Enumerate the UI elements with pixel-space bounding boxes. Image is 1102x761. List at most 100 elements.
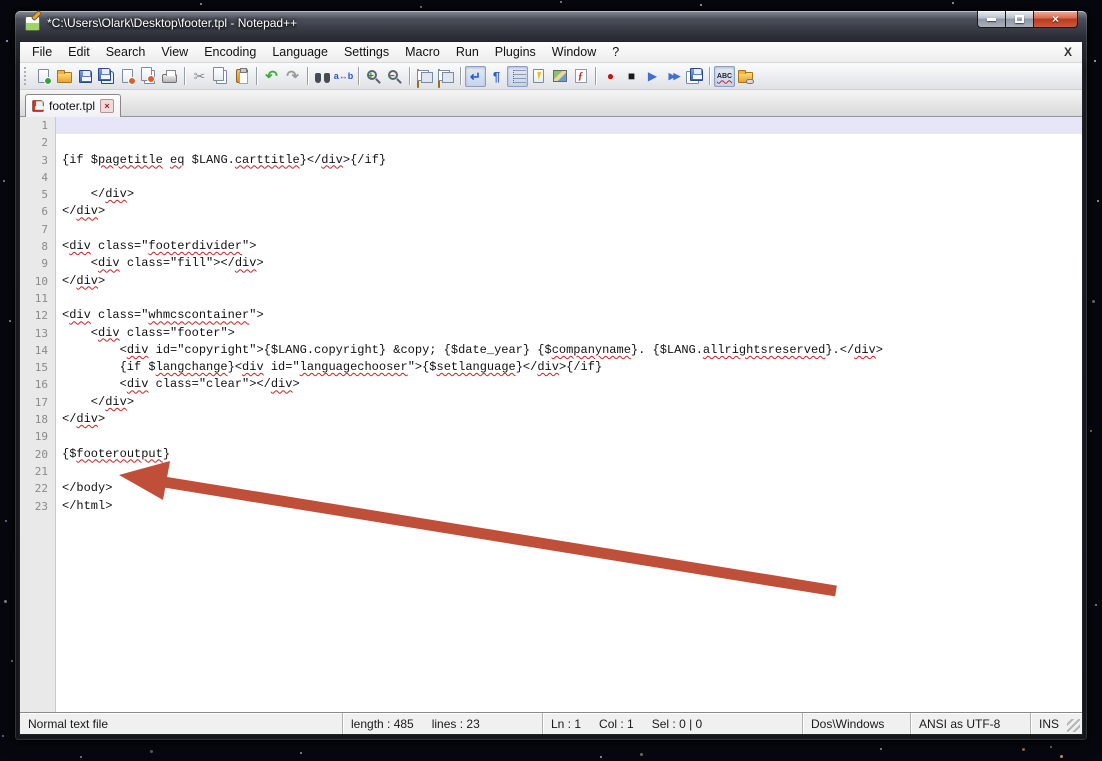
tab-close-icon[interactable]: × [100, 99, 114, 113]
show-all-characters-icon[interactable]: ¶ [486, 66, 507, 87]
open-file-icon[interactable] [54, 66, 75, 87]
menu-bar: FileEditSearchViewEncodingLanguageSettin… [20, 42, 1082, 63]
status-ln: Ln : 1 [551, 717, 581, 731]
code-line-5[interactable]: </div> [56, 186, 1082, 203]
sync-vertical-scroll-glyph [417, 70, 433, 83]
title-bar[interactable]: *C:\Users\Olark\Desktop\footer.tpl - Not… [15, 11, 1087, 41]
code-line-7[interactable] [56, 221, 1082, 238]
menu-item-language[interactable]: Language [264, 43, 336, 61]
code-line-15[interactable]: {if $langchange}<div id="languagechooser… [56, 359, 1082, 376]
close-button[interactable]: × [1034, 11, 1078, 28]
code-line-23[interactable]: </html> [56, 498, 1082, 515]
menu-item-view[interactable]: View [153, 43, 196, 61]
editor-area[interactable]: 1234567891011121314151617181920212223 {i… [20, 117, 1082, 712]
code-line-9[interactable]: <div class="fill"></div> [56, 255, 1082, 272]
save-icon[interactable] [75, 66, 96, 87]
menu-item-run[interactable]: Run [448, 43, 487, 61]
misspelled-word: footeroutput [76, 447, 162, 461]
spell-check-icon[interactable]: ABC [714, 66, 735, 87]
code-text: }.</ [825, 343, 854, 357]
code-line-3[interactable]: {if $pagetitle eq $LANG.carttitle}</div>… [56, 152, 1082, 169]
find-icon[interactable] [312, 66, 333, 87]
maximize-button[interactable] [1006, 11, 1034, 28]
document-close-x[interactable]: X [1064, 45, 1072, 59]
menu-item-file[interactable]: File [24, 43, 60, 61]
code-line-1[interactable] [56, 117, 1082, 134]
zoom-in-icon[interactable]: + [363, 66, 384, 87]
show-wrap-symbol-icon[interactable] [528, 66, 549, 87]
toolbar-grip[interactable] [24, 67, 29, 85]
status-col: Col : 1 [599, 717, 634, 731]
status-length-lines: length : 485 lines : 23 [342, 713, 542, 734]
save-all-icon[interactable] [96, 66, 117, 87]
code-line-4[interactable] [56, 169, 1082, 186]
run-macro-multiple-icon[interactable]: ▶▶ [663, 66, 684, 87]
undo-icon[interactable]: ↶ [261, 66, 282, 87]
sync-horizontal-scroll-icon[interactable] [435, 66, 456, 87]
status-encoding[interactable]: ANSI as UTF-8 [910, 713, 1030, 734]
sync-vertical-scroll-icon[interactable] [414, 66, 435, 87]
code-line-16[interactable]: <div class="clear"></div> [56, 376, 1082, 393]
menu-item-encoding[interactable]: Encoding [196, 43, 264, 61]
tab-footer-tpl[interactable]: footer.tpl × [25, 94, 121, 117]
code-line-11[interactable] [56, 290, 1082, 307]
code-text: }. {$LANG. [631, 343, 703, 357]
code-line-20[interactable]: {$footeroutput} [56, 446, 1082, 463]
code-line-8[interactable]: <div class="footerdivider"> [56, 238, 1082, 255]
misspelled-word: div [537, 360, 559, 374]
show-indent-guide-icon[interactable] [507, 66, 528, 87]
save-macro-icon[interactable] [684, 66, 705, 87]
save-macro-glyph [690, 68, 703, 81]
redo-icon[interactable]: ↷ [282, 66, 303, 87]
menu-item-plugins[interactable]: Plugins [487, 43, 544, 61]
open-containing-folder-icon[interactable] [735, 66, 756, 87]
function-list-icon[interactable]: ƒ [570, 66, 591, 87]
code-line-22[interactable]: </body> [56, 480, 1082, 497]
code-line-14[interactable]: <div id="copyright">{$LANG.copyright} &c… [56, 342, 1082, 359]
copy-icon[interactable] [210, 66, 231, 87]
print-glyph [162, 74, 177, 83]
code-line-6[interactable]: </div> [56, 203, 1082, 220]
toolbar-separator [358, 67, 359, 85]
code-line-18[interactable]: </div> [56, 411, 1082, 428]
word-wrap-icon[interactable]: ↵ [465, 66, 486, 87]
menu-item-window[interactable]: Window [544, 43, 604, 61]
stop-macro-icon[interactable]: ■ [621, 66, 642, 87]
status-bar: Normal text file length : 485 lines : 23… [20, 712, 1082, 734]
code-line-13[interactable]: <div class="footer"> [56, 325, 1082, 342]
copy-glyph [213, 67, 224, 81]
menu-item-settings[interactable]: Settings [336, 43, 397, 61]
code-text: } [163, 447, 170, 461]
code-line-21[interactable] [56, 463, 1082, 480]
window-title: *C:\Users\Olark\Desktop\footer.tpl - Not… [47, 16, 297, 30]
menu-item-macro[interactable]: Macro [397, 43, 448, 61]
minimize-button[interactable] [977, 11, 1006, 28]
code-line-2[interactable] [56, 134, 1082, 151]
editor-lines[interactable]: {if $pagetitle eq $LANG.carttitle}</div>… [56, 117, 1082, 712]
menu-item-help[interactable]: ? [604, 43, 627, 61]
new-file-icon[interactable] [33, 66, 54, 87]
status-eol-format[interactable]: Dos\Windows [802, 713, 910, 734]
menu-item-edit[interactable]: Edit [60, 43, 98, 61]
cut-icon[interactable]: ✂ [189, 66, 210, 87]
print-icon[interactable] [159, 66, 180, 87]
resize-grip[interactable] [1067, 719, 1080, 732]
misspelled-word: allrightsreserved [703, 343, 825, 357]
code-line-12[interactable]: <div class="whmcscontainer"> [56, 307, 1082, 324]
line-number: 10 [20, 273, 55, 290]
document-map-icon[interactable] [549, 66, 570, 87]
misspelled-word: companyname [552, 343, 631, 357]
play-macro-icon[interactable]: ▶ [642, 66, 663, 87]
close-all-icon[interactable] [138, 66, 159, 87]
close-file-icon[interactable] [117, 66, 138, 87]
code-line-19[interactable] [56, 428, 1082, 445]
code-line-10[interactable]: </div> [56, 273, 1082, 290]
code-line-17[interactable]: </div> [56, 394, 1082, 411]
replace-icon[interactable]: a↔b [333, 66, 354, 87]
menu-item-search[interactable]: Search [98, 43, 154, 61]
zoom-out-icon[interactable]: − [384, 66, 405, 87]
toolbar-separator [595, 67, 596, 85]
paste-icon[interactable] [231, 66, 252, 87]
record-macro-icon[interactable]: ● [600, 66, 621, 87]
line-number: 23 [20, 498, 55, 515]
